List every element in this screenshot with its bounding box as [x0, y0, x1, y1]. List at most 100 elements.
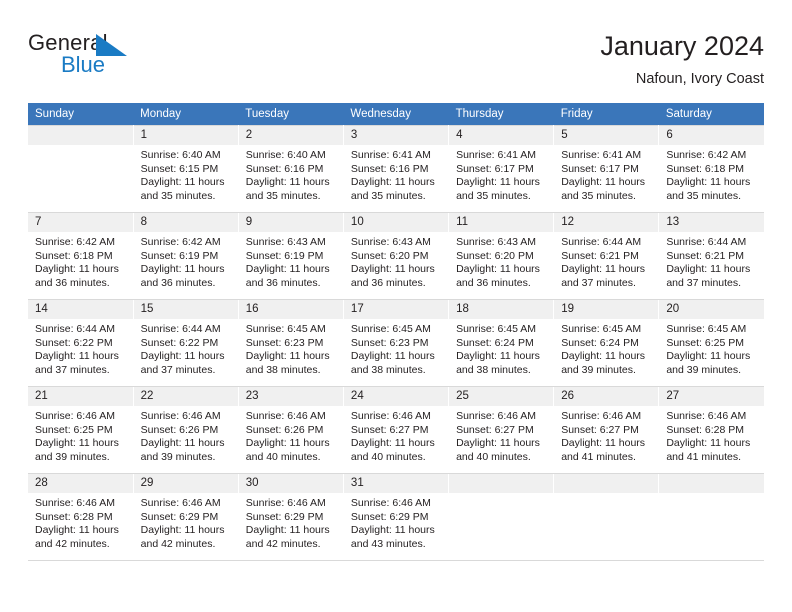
calendar-day-cell[interactable]: 23 Sunrise: 6:46 AM Sunset: 6:26 PM Dayligh… [238, 386, 344, 474]
day-number: 28 [28, 474, 133, 493]
calendar-day-cell[interactable]: 10 Sunrise: 6:43 AM Sunset: 6:20 PM Dayligh… [343, 212, 450, 300]
daylight-text-line2: and 39 minutes. [35, 450, 110, 463]
daylight-text-line2: and 41 minutes. [666, 450, 742, 463]
sunset-text: Sunset: 6:16 PM [245, 162, 324, 175]
day-number: 21 [28, 387, 133, 406]
sunrise-text: Sunrise: 6:45 AM [350, 323, 431, 335]
day-number [659, 474, 764, 493]
day-details: Sunrise: 6:44 AM Sunset: 6:22 PM Daylight:… [134, 319, 238, 377]
calendar-day-cell[interactable]: 9 Sunrise: 6:43 AM Sunset: 6:19 PM Daylight… [238, 212, 344, 300]
calendar-week-row: 14 Sunrise: 6:44 AM Sunset: 6:22 PM Dayligh… [28, 299, 764, 387]
calendar-day-cell[interactable]: 16 Sunrise: 6:45 AM Sunset: 6:23 PM Dayligh… [238, 299, 344, 387]
daylight-text-line1: Daylight: 11 hours [35, 263, 119, 276]
page-header: General Blue January 2024 Nafoun, Ivory … [0, 0, 792, 103]
sunrise-text: Sunrise: 6:44 AM [666, 236, 747, 248]
calendar-day-cell[interactable]: 25 Sunrise: 6:46 AM Sunset: 6:27 PM Dayligh… [448, 386, 555, 474]
daylight-text-line1: Daylight: 11 hours [350, 263, 435, 276]
sunset-text: Sunset: 6:26 PM [140, 423, 219, 436]
calendar-day-cell[interactable]: 17 Sunrise: 6:45 AM Sunset: 6:23 PM Dayligh… [343, 299, 450, 387]
sunset-text: Sunset: 6:25 PM [35, 423, 113, 436]
calendar-day-cell[interactable]: 15 Sunrise: 6:44 AM Sunset: 6:22 PM Dayligh… [133, 299, 239, 387]
daylight-text-line1: Daylight: 11 hours [561, 437, 646, 450]
day-details: Sunrise: 6:42 AM Sunset: 6:18 PM Daylight:… [28, 232, 133, 290]
daylight-text-line2: and 35 minutes. [350, 189, 426, 202]
daylight-text-line1: Daylight: 11 hours [140, 176, 225, 189]
day-number: 23 [238, 387, 343, 406]
daylight-text-line2: and 35 minutes. [561, 189, 636, 202]
day-details: Sunrise: 6:41 AM Sunset: 6:17 PM Daylight:… [554, 145, 658, 203]
daylight-text-line1: Daylight: 11 hours [35, 524, 119, 537]
calendar-day-cell-empty [448, 473, 555, 561]
calendar-day-cell[interactable]: 3 Sunrise: 6:41 AM Sunset: 6:16 PM Daylight… [343, 125, 450, 213]
daylight-text-line1: Daylight: 11 hours [350, 524, 435, 537]
calendar-grid: Sunday Monday Tuesday Wednesday Thursday… [28, 103, 764, 561]
calendar-day-cell-empty [28, 125, 134, 213]
day-details: Sunrise: 6:42 AM Sunset: 6:18 PM Daylight:… [659, 145, 764, 203]
day-number: 4 [449, 126, 554, 145]
day-details: Sunrise: 6:46 AM Sunset: 6:26 PM Daylight:… [134, 406, 238, 464]
daylight-text-line2: and 38 minutes. [245, 363, 321, 376]
calendar-day-cell[interactable]: 13 Sunrise: 6:44 AM Sunset: 6:21 PM Dayligh… [658, 212, 764, 300]
calendar-page: General Blue January 2024 Nafoun, Ivory … [0, 0, 792, 612]
calendar-day-cell[interactable]: 6 Sunrise: 6:42 AM Sunset: 6:18 PM Daylight… [658, 125, 764, 213]
sunset-text: Sunset: 6:15 PM [140, 162, 219, 175]
day-details: Sunrise: 6:46 AM Sunset: 6:29 PM Daylight:… [134, 493, 238, 551]
calendar-day-cell[interactable]: 29 Sunrise: 6:46 AM Sunset: 6:29 PM Dayligh… [133, 473, 239, 561]
calendar-day-cell[interactable]: 11 Sunrise: 6:43 AM Sunset: 6:20 PM Dayligh… [448, 212, 555, 300]
calendar-day-cell[interactable]: 20 Sunrise: 6:45 AM Sunset: 6:25 PM Dayligh… [658, 299, 764, 387]
sunset-text: Sunset: 6:27 PM [456, 423, 534, 436]
day-number: 17 [343, 300, 449, 319]
calendar-day-cell[interactable]: 28 Sunrise: 6:46 AM Sunset: 6:28 PM Dayligh… [28, 473, 134, 561]
calendar-day-cell[interactable]: 7 Sunrise: 6:42 AM Sunset: 6:18 PM Daylight… [28, 212, 134, 300]
calendar-day-cell[interactable]: 14 Sunrise: 6:44 AM Sunset: 6:22 PM Dayligh… [28, 299, 134, 387]
calendar-day-cell[interactable]: 30 Sunrise: 6:46 AM Sunset: 6:29 PM Dayligh… [238, 473, 344, 561]
daylight-text-line1: Daylight: 11 hours [350, 176, 435, 189]
calendar-week-row: 21 Sunrise: 6:46 AM Sunset: 6:25 PM Dayligh… [28, 386, 764, 474]
sunrise-text: Sunrise: 6:43 AM [245, 236, 326, 248]
daylight-text-line2: and 40 minutes. [245, 450, 321, 463]
day-number: 1 [133, 126, 238, 145]
calendar-day-cell[interactable]: 31 Sunrise: 6:46 AM Sunset: 6:29 PM Dayligh… [343, 473, 450, 561]
daylight-text-line1: Daylight: 11 hours [245, 263, 330, 276]
daylight-text-line2: and 36 minutes. [35, 276, 110, 289]
daylight-text-line2: and 42 minutes. [245, 537, 321, 550]
sunset-text: Sunset: 6:18 PM [666, 162, 744, 175]
general-blue-logo[interactable]: General Blue [28, 30, 148, 82]
sunrise-text: Sunrise: 6:45 AM [561, 323, 642, 335]
day-number: 19 [554, 300, 659, 319]
daylight-text-line1: Daylight: 11 hours [456, 437, 540, 450]
day-details: Sunrise: 6:45 AM Sunset: 6:24 PM Daylight:… [554, 319, 658, 377]
sunset-text: Sunset: 6:22 PM [35, 336, 113, 349]
day-details: Sunrise: 6:43 AM Sunset: 6:20 PM Daylight:… [449, 232, 553, 290]
logo-text-blue: Blue [61, 52, 106, 77]
calendar-day-cell[interactable]: 4 Sunrise: 6:41 AM Sunset: 6:17 PM Daylight… [448, 125, 555, 213]
sunset-text: Sunset: 6:22 PM [140, 336, 219, 349]
calendar-day-cell[interactable]: 26 Sunrise: 6:46 AM Sunset: 6:27 PM Dayligh… [553, 386, 660, 474]
calendar-day-cell[interactable]: 19 Sunrise: 6:45 AM Sunset: 6:24 PM Dayligh… [553, 299, 660, 387]
day-number: 22 [133, 387, 238, 406]
day-details: Sunrise: 6:44 AM Sunset: 6:22 PM Daylight:… [28, 319, 133, 377]
sunset-text: Sunset: 6:23 PM [350, 336, 429, 349]
calendar-day-cell[interactable]: 8 Sunrise: 6:42 AM Sunset: 6:19 PM Daylight… [133, 212, 239, 300]
calendar-day-cell[interactable]: 2 Sunrise: 6:40 AM Sunset: 6:16 PM Daylight… [238, 125, 344, 213]
day-number: 3 [343, 126, 449, 145]
sunrise-text: Sunrise: 6:44 AM [35, 323, 115, 335]
calendar-day-cell[interactable]: 12 Sunrise: 6:44 AM Sunset: 6:21 PM Dayligh… [553, 212, 660, 300]
day-details: Sunrise: 6:44 AM Sunset: 6:21 PM Daylight:… [659, 232, 764, 290]
calendar-day-cell[interactable]: 27 Sunrise: 6:46 AM Sunset: 6:28 PM Dayligh… [658, 386, 764, 474]
calendar-day-cell[interactable]: 1 Sunrise: 6:40 AM Sunset: 6:15 PM Daylight… [133, 125, 239, 213]
calendar-day-cell[interactable]: 5 Sunrise: 6:41 AM Sunset: 6:17 PM Daylight… [553, 125, 660, 213]
calendar-day-cell[interactable]: 24 Sunrise: 6:46 AM Sunset: 6:27 PM Dayligh… [343, 386, 450, 474]
daylight-text-line2: and 36 minutes. [140, 276, 216, 289]
calendar-day-cell[interactable]: 21 Sunrise: 6:46 AM Sunset: 6:25 PM Dayligh… [28, 386, 134, 474]
daylight-text-line1: Daylight: 11 hours [456, 263, 540, 276]
daylight-text-line1: Daylight: 11 hours [666, 437, 751, 450]
sunset-text: Sunset: 6:21 PM [666, 249, 744, 262]
calendar-day-cell[interactable]: 22 Sunrise: 6:46 AM Sunset: 6:26 PM Dayligh… [133, 386, 239, 474]
calendar-day-cell[interactable]: 18 Sunrise: 6:45 AM Sunset: 6:24 PM Dayligh… [448, 299, 555, 387]
sunset-text: Sunset: 6:28 PM [666, 423, 744, 436]
day-details: Sunrise: 6:41 AM Sunset: 6:16 PM Daylight:… [344, 145, 448, 203]
sunset-text: Sunset: 6:19 PM [140, 249, 219, 262]
daylight-text-line1: Daylight: 11 hours [245, 524, 330, 537]
daylight-text-line2: and 36 minutes. [350, 276, 426, 289]
